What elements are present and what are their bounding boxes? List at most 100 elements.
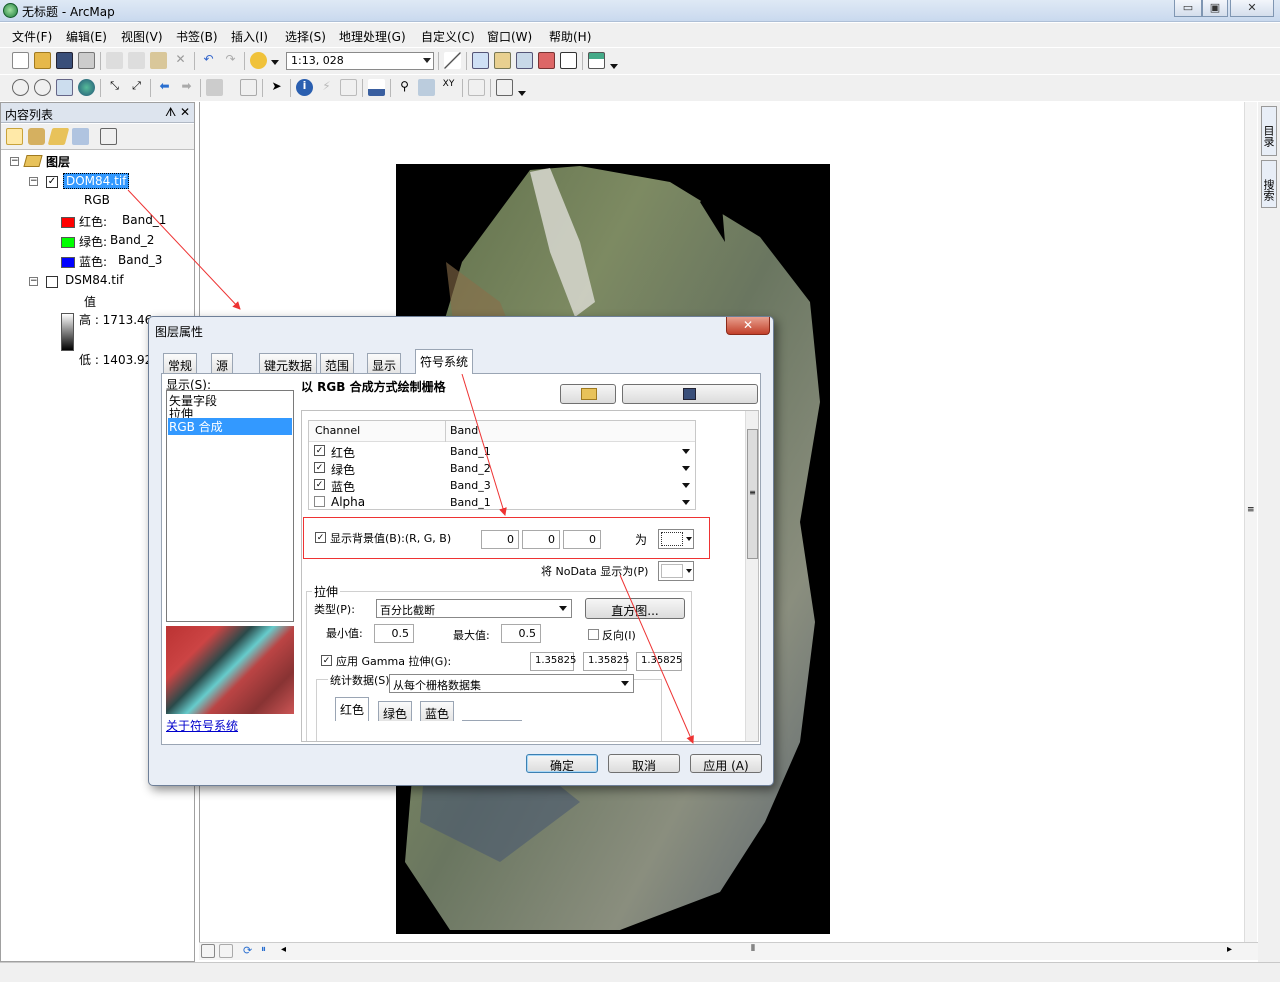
paste-icon[interactable]	[150, 52, 167, 69]
menu-windows[interactable]: 窗口(W)	[487, 28, 532, 45]
time-slider-icon[interactable]	[468, 79, 485, 96]
maximize-button[interactable]: ▣	[1202, 0, 1228, 17]
symbology-vertical-scrollbar[interactable]: ≡	[745, 411, 758, 741]
chevron-down-icon[interactable]	[682, 483, 690, 488]
gamma-green-input[interactable]: 1.35825	[583, 652, 629, 671]
back-arrow-icon[interactable]: ⬅	[156, 79, 173, 96]
menu-help[interactable]: 帮助(H)	[549, 28, 591, 45]
find-binoculars-icon[interactable]: ⚲	[396, 79, 413, 96]
clear-selection-icon[interactable]	[240, 79, 257, 96]
histogram-button[interactable]: 直方图...	[585, 598, 685, 619]
search-dock-tab[interactable]: 搜索	[1261, 160, 1277, 208]
renderer-list[interactable]: 矢量字段 拉伸 RGB 合成	[166, 390, 294, 622]
menu-bookmarks[interactable]: 书签(B)	[176, 28, 218, 45]
tab-general[interactable]: 常规	[163, 353, 198, 373]
add-data-dropdown-icon[interactable]	[271, 60, 279, 65]
catalog-dock-tab[interactable]: 目录	[1261, 106, 1277, 156]
data-view-icon[interactable]	[201, 944, 215, 958]
dsm84-visibility-checkbox[interactable]	[46, 276, 58, 288]
copy-icon[interactable]	[128, 52, 145, 69]
zoom-in-icon[interactable]	[12, 79, 29, 96]
collapse-dsm84-icon[interactable]: −	[29, 277, 38, 286]
ok-button[interactable]: 确定	[526, 754, 598, 773]
green-channel-checkbox[interactable]: ✓	[314, 462, 325, 473]
delete-icon[interactable]: ✕	[172, 52, 189, 69]
stats-tab-blue[interactable]: 蓝色	[420, 701, 455, 721]
hyperlink-icon[interactable]: ⚡	[318, 79, 335, 96]
scroll-thumb[interactable]: ≡	[747, 429, 758, 559]
gamma-red-input[interactable]: 1.35825	[530, 652, 576, 671]
apply-gamma-checkbox[interactable]: ✓	[321, 655, 332, 666]
save-icon[interactable]	[56, 52, 73, 69]
menu-customize[interactable]: 自定义(C)	[421, 28, 475, 45]
zoom-out-icon[interactable]	[34, 79, 51, 96]
pause-drawing-icon[interactable]: ⏸	[261, 944, 266, 955]
cancel-button[interactable]: 取消	[608, 754, 680, 773]
map-vertical-scrollbar[interactable]: ≡	[1244, 102, 1257, 942]
create-viewer-window-icon[interactable]	[496, 79, 513, 96]
layout-view-icon[interactable]	[219, 944, 233, 958]
green-channel-band[interactable]: Band_2	[450, 462, 491, 475]
search-window-icon[interactable]	[516, 52, 533, 69]
chevron-down-icon[interactable]	[682, 500, 690, 505]
menu-view[interactable]: 视图(V)	[121, 28, 163, 45]
fixed-zoom-in-icon[interactable]: ⤡	[106, 79, 123, 96]
renderer-rgb-composite[interactable]: RGB 合成	[168, 418, 292, 435]
toolbar2-options-icon[interactable]	[518, 91, 526, 96]
stretch-type-select[interactable]: 百分比截断	[376, 599, 572, 618]
list-by-visibility-icon[interactable]	[47, 128, 70, 145]
layers-root-label[interactable]: 图层	[46, 153, 70, 170]
list-by-drawing-order-icon[interactable]	[6, 128, 23, 145]
alpha-channel-checkbox[interactable]	[314, 496, 325, 507]
save-layer-button[interactable]	[622, 384, 758, 404]
html-popup-icon[interactable]	[340, 79, 357, 96]
tab-symbology[interactable]: 符号系统	[415, 349, 474, 374]
menu-geoprocessing[interactable]: 地理处理(G)	[339, 28, 406, 45]
editor-icon[interactable]	[444, 52, 461, 69]
blue-channel-band[interactable]: Band_3	[450, 479, 491, 492]
forward-arrow-icon[interactable]: ➡	[178, 79, 195, 96]
toc-options-icon[interactable]	[100, 128, 117, 145]
modelbuilder-icon[interactable]	[588, 52, 605, 69]
dom84-layer-name[interactable]: DOM84.tif	[63, 173, 130, 189]
gamma-blue-input[interactable]: 1.35825	[636, 652, 682, 671]
background-b-input[interactable]: 0	[563, 530, 601, 549]
nodata-color-picker[interactable]	[658, 561, 694, 581]
map-horizontal-scrollbar[interactable]: ⟳ ⏸ ◂ ⦀ ▸	[199, 942, 1258, 960]
menu-insert[interactable]: 插入(I)	[231, 28, 268, 45]
catalog-icon[interactable]	[494, 52, 511, 69]
menu-selection[interactable]: 选择(S)	[285, 28, 326, 45]
scroll-left-icon[interactable]: ◂	[281, 944, 286, 955]
menu-file[interactable]: 文件(F)	[12, 28, 52, 45]
background-color-picker[interactable]	[658, 529, 694, 549]
table-of-contents-icon[interactable]	[472, 52, 489, 69]
pan-hand-icon[interactable]	[56, 79, 73, 96]
map-scale-combobox[interactable]: 1:13, 028	[286, 52, 434, 70]
list-by-selection-icon[interactable]	[72, 128, 89, 145]
menu-edit[interactable]: 编辑(E)	[66, 28, 107, 45]
chevron-down-icon[interactable]	[682, 449, 690, 454]
redo-icon[interactable]: ↷	[222, 52, 239, 69]
dsm84-layer-name[interactable]: DSM84.tif	[65, 273, 124, 287]
dom84-visibility-checkbox[interactable]: ✓	[46, 176, 58, 188]
red-channel-checkbox[interactable]: ✓	[314, 445, 325, 456]
go-to-xy-icon[interactable]: XY	[440, 79, 457, 96]
import-symbology-button[interactable]	[560, 384, 616, 404]
about-symbology-link[interactable]: 关于符号系统	[166, 717, 238, 734]
cut-icon[interactable]	[106, 52, 123, 69]
stats-tab-red[interactable]: 红色	[335, 697, 370, 721]
open-folder-icon[interactable]	[34, 52, 51, 69]
apply-button[interactable]: 应用 (A)	[690, 754, 762, 773]
minimize-button[interactable]: ▭	[1174, 0, 1202, 17]
python-window-icon[interactable]	[560, 52, 577, 69]
background-g-input[interactable]: 0	[522, 530, 560, 549]
blue-channel-checkbox[interactable]: ✓	[314, 479, 325, 490]
max-value-input[interactable]: 0.5	[501, 624, 541, 643]
select-features-icon[interactable]	[206, 79, 223, 96]
red-channel-band[interactable]: Band_1	[450, 445, 491, 458]
identify-icon[interactable]: i	[296, 79, 313, 96]
tab-source[interactable]: 源	[211, 353, 234, 373]
min-value-input[interactable]: 0.5	[374, 624, 414, 643]
add-data-icon[interactable]	[250, 52, 267, 69]
show-background-checkbox[interactable]: ✓	[315, 532, 326, 543]
